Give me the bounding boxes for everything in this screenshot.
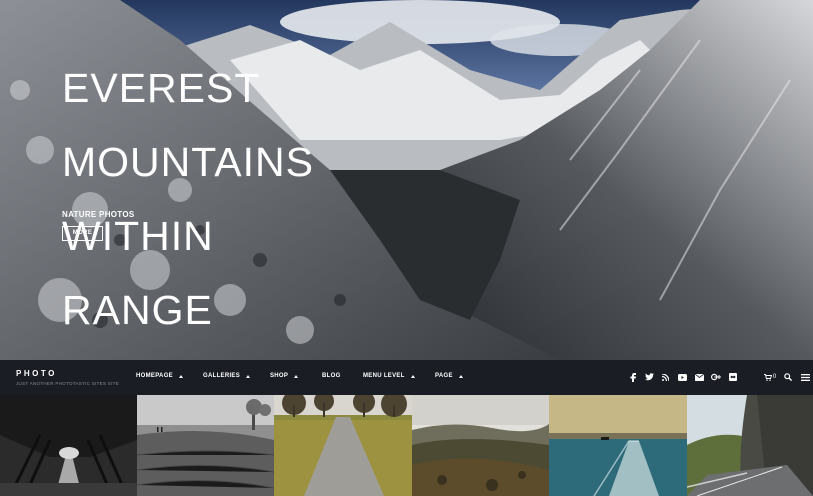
gallery-thumbnail[interactable] (274, 395, 412, 496)
hero-title[interactable]: EVEREST MOUNTAINS WITHIN RANGE (62, 33, 314, 360)
thumbnail-image (549, 395, 687, 496)
menu-item-shop[interactable]: SHOP (270, 373, 299, 379)
menu-item-page[interactable]: PAGE (435, 373, 463, 379)
hamburger-menu-icon[interactable] (799, 371, 811, 383)
menu-item-galleries[interactable]: GALLERIES (203, 373, 251, 379)
menu-item-label: GALLERIES (203, 373, 241, 379)
youtube-icon[interactable] (676, 371, 688, 383)
gallery-thumbnail[interactable] (687, 395, 813, 496)
facebook-icon[interactable] (627, 371, 639, 383)
twitter-icon[interactable] (643, 371, 655, 383)
menu-item-label: HOMEPAGE (136, 373, 173, 379)
thumbnail-image (412, 395, 549, 496)
flickr-icon[interactable] (727, 371, 739, 383)
hero-category[interactable]: NATURE PHOTOS (62, 210, 135, 219)
thumbnail-image (687, 395, 813, 496)
site-logo[interactable]: PHOTO (16, 369, 57, 378)
gallery-thumbnail[interactable] (412, 395, 549, 496)
chevron-up-icon (294, 374, 299, 378)
chevron-up-icon (246, 374, 251, 378)
search-icon[interactable] (782, 371, 794, 383)
thumbnail-image (0, 395, 137, 496)
gallery-thumbnail[interactable] (137, 395, 274, 496)
gallery-thumbnail[interactable] (0, 395, 137, 496)
chevron-up-icon (178, 374, 183, 378)
main-navbar: PHOTO JUST ANOTHER PHOTOTASTIC SITES SIT… (0, 360, 813, 395)
hero-title-line: RANGE (62, 287, 213, 333)
email-icon[interactable] (693, 371, 705, 383)
menu-item-label: MENU LEVEL (363, 373, 405, 379)
google-plus-icon[interactable] (710, 371, 722, 383)
menu-item-label: PAGE (435, 373, 453, 379)
menu-item-menu-level[interactable]: MENU LEVEL (363, 373, 415, 379)
cart-icon (763, 373, 772, 381)
chevron-up-icon (458, 374, 463, 378)
menu-item-label: BLOG (322, 373, 341, 379)
hero-title-line: EVEREST (62, 65, 261, 111)
more-button[interactable]: MORE (62, 226, 103, 241)
menu-item-homepage[interactable]: HOMEPAGE (136, 373, 183, 379)
menu-item-blog[interactable]: BLOG (322, 373, 341, 379)
gallery-thumbnail[interactable] (549, 395, 687, 496)
site-tagline: JUST ANOTHER PHOTOTASTIC SITES SITE (16, 381, 120, 386)
hero-title-line: MOUNTAINS (62, 139, 314, 185)
hero-slide: EVEREST MOUNTAINS WITHIN RANGE NATURE PH… (0, 0, 813, 360)
menu-item-label: SHOP (270, 373, 289, 379)
rss-icon[interactable] (659, 371, 671, 383)
cart-count: 0 (772, 374, 777, 380)
chevron-up-icon (410, 374, 415, 378)
cart-button[interactable]: 0 (763, 371, 777, 383)
thumbnail-image (137, 395, 274, 496)
thumbnail-image (274, 395, 412, 496)
